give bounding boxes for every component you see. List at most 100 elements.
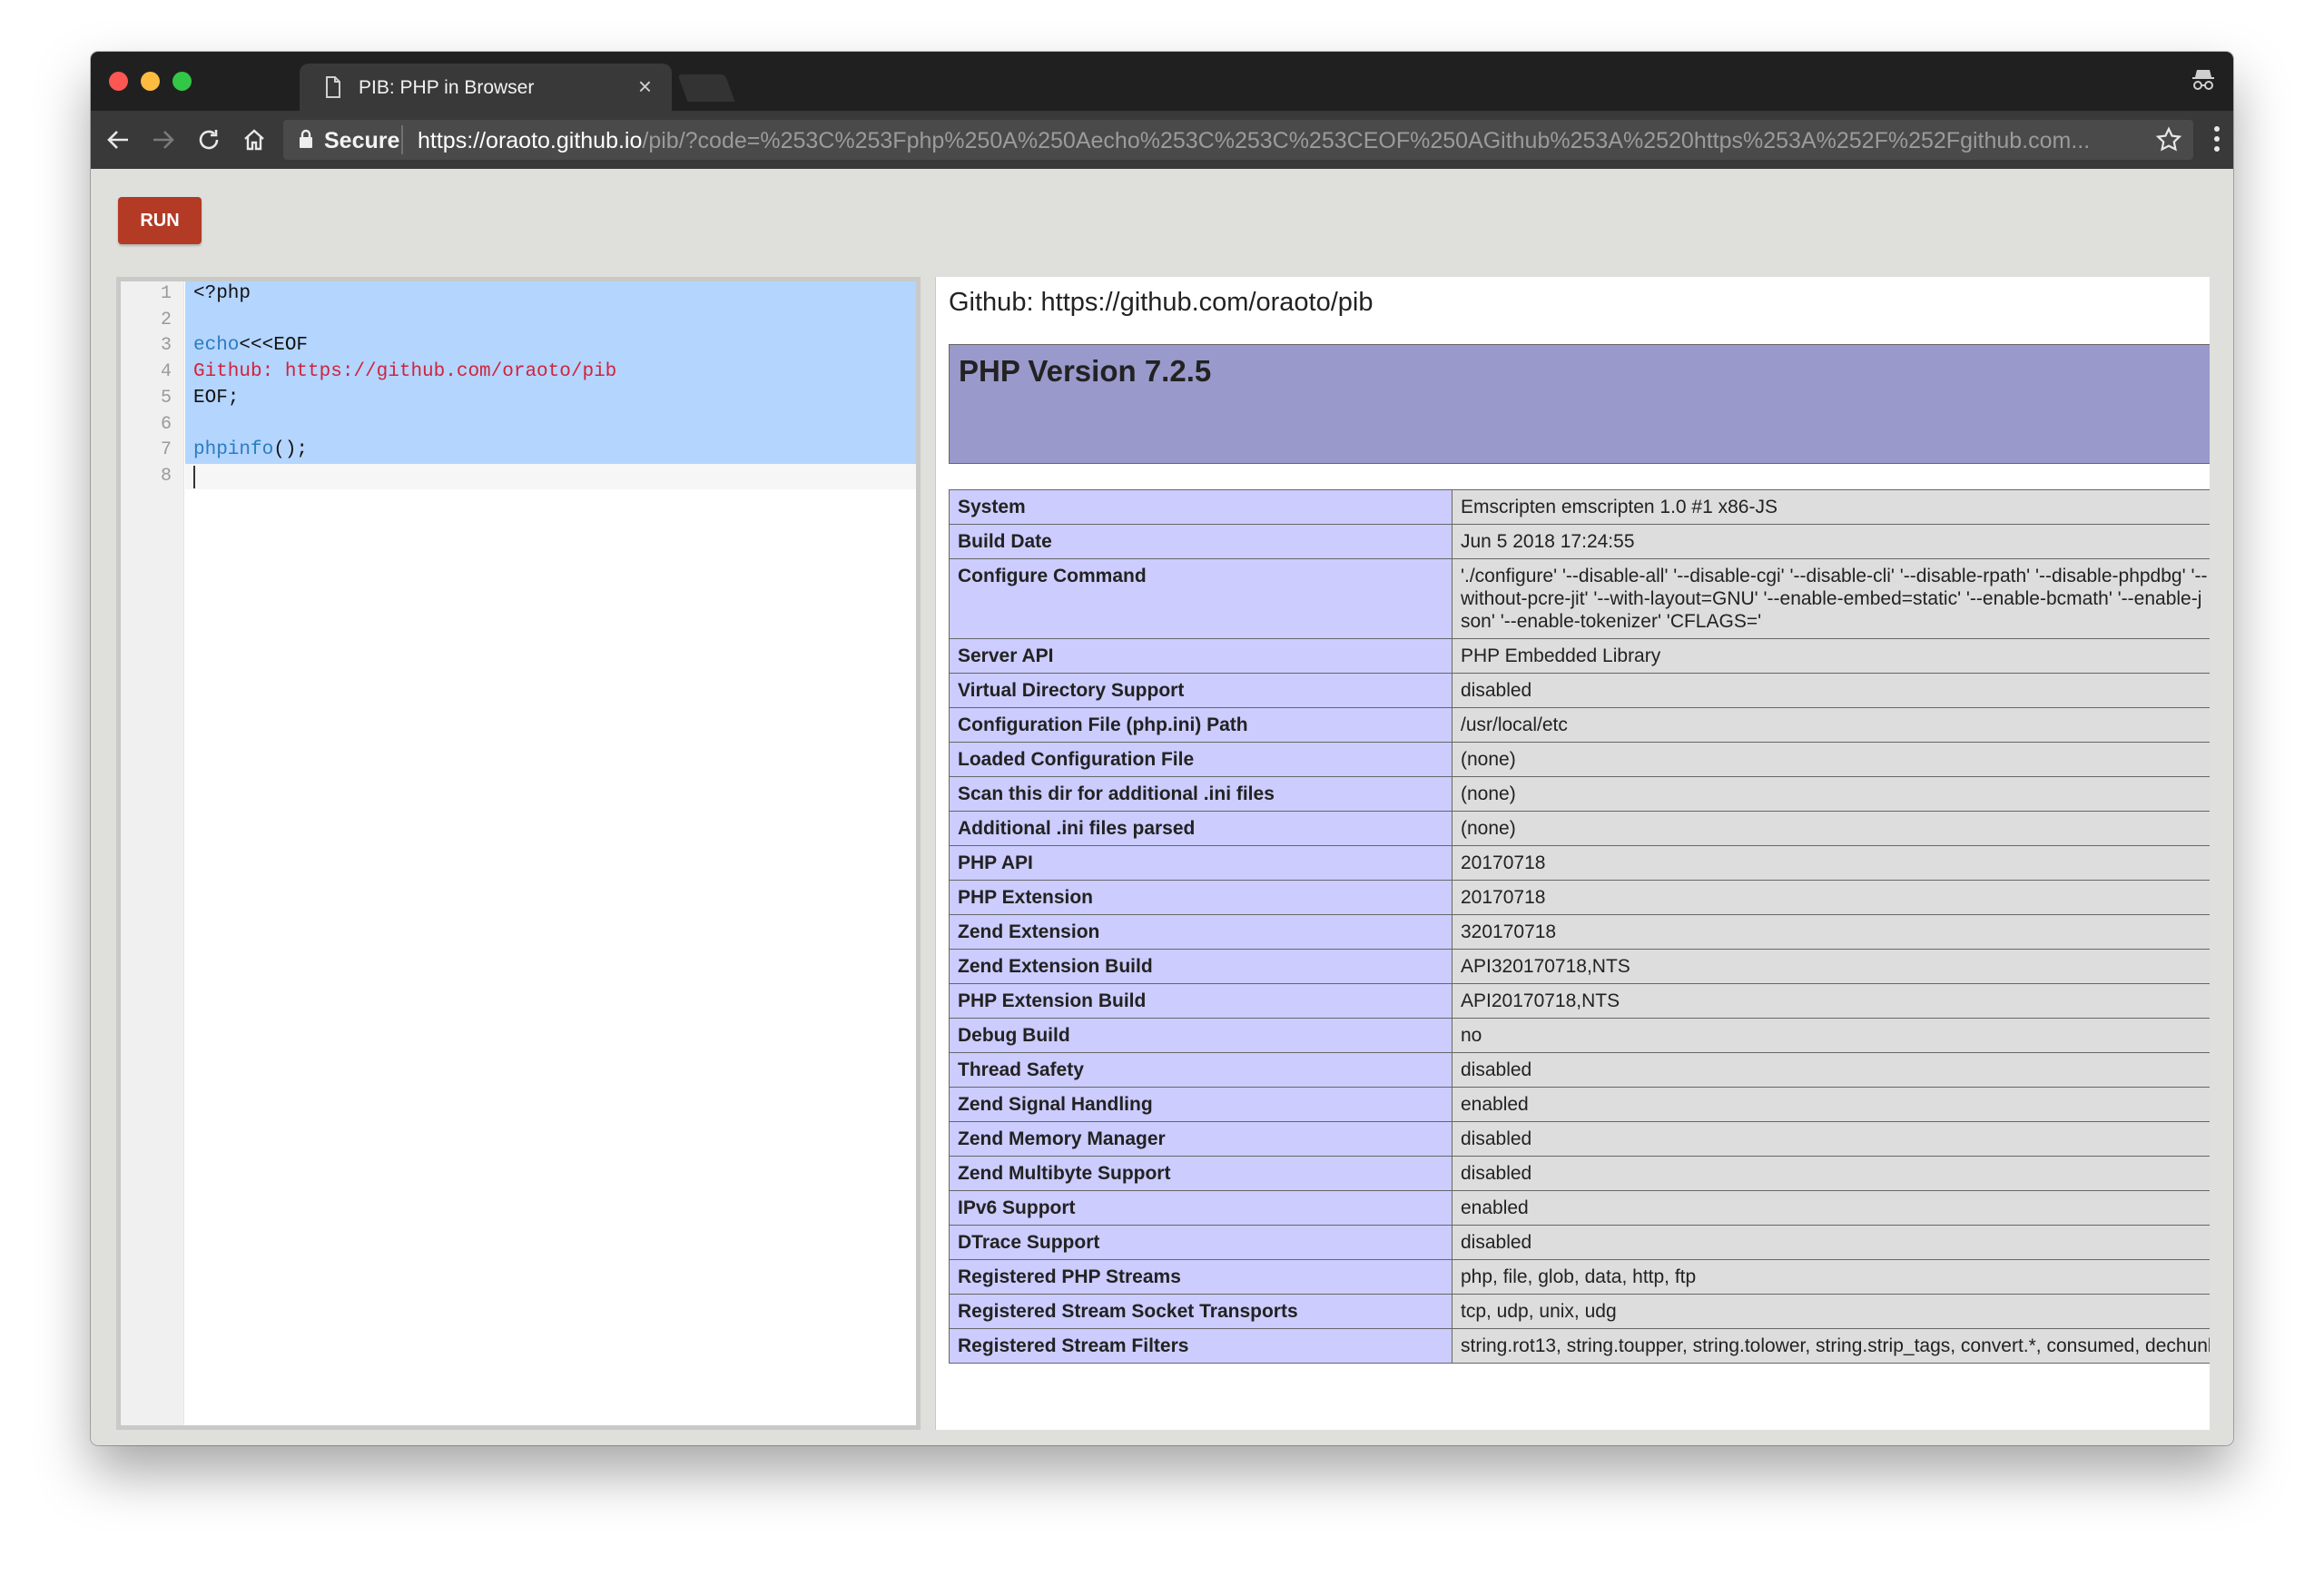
row-key: Debug Build: [949, 1018, 1452, 1053]
table-row: Loaded Configuration File (none): [949, 742, 2210, 777]
table-row: Zend Memory Manager disabled: [949, 1121, 2210, 1157]
table-row: PHP API 20170718: [949, 845, 2210, 881]
row-key: Build Date: [949, 524, 1452, 559]
row-value: (none): [1452, 742, 2210, 777]
code-line: 7 phpinfo();: [121, 438, 916, 463]
row-value: './configure' '--disable-all' '--disable…: [1452, 558, 2210, 639]
tab-pib[interactable]: PIB: PHP in Browser ×: [300, 64, 672, 111]
table-row: DTrace Support disabled: [949, 1225, 2210, 1260]
kebab-menu-icon[interactable]: [2213, 125, 2221, 157]
row-key: Zend Multibyte Support: [949, 1156, 1452, 1191]
table-row: System Emscripten emscripten 1.0 #1 x86-J…: [949, 489, 2210, 525]
browser-window: PIB: PHP in Browser × Secure https://ora…: [91, 52, 2233, 1445]
line-number: 8: [160, 465, 172, 487]
lock-icon: [298, 129, 314, 155]
row-key: PHP Extension Build: [949, 983, 1452, 1019]
row-key: Zend Extension Build: [949, 949, 1452, 984]
row-key: Zend Memory Manager: [949, 1121, 1452, 1157]
row-value: PHP Embedded Library: [1452, 638, 2210, 674]
code-string: Github: https://github.com/oraoto/pib: [193, 361, 617, 383]
row-key: Configure Command: [949, 558, 1452, 639]
line-number: 7: [160, 439, 172, 461]
table-row: Debug Build no: [949, 1018, 2210, 1053]
code-line: 1 <?php: [121, 281, 916, 307]
close-icon[interactable]: ×: [638, 73, 652, 101]
code-text: phpinfo();: [193, 439, 308, 460]
back-arrow-icon[interactable]: [102, 123, 134, 156]
secure-label: Secure: [324, 128, 400, 153]
document-icon: [325, 76, 341, 103]
row-value: disabled: [1452, 1225, 2210, 1260]
tab-strip: PIB: PHP in Browser ×: [91, 52, 2233, 111]
code-text: EOF;: [193, 388, 239, 409]
row-value: string.rot13, string.toupper, string.tol…: [1452, 1328, 2210, 1364]
row-key: Registered Stream Filters: [949, 1328, 1452, 1364]
row-value: API20170718,NTS: [1452, 983, 2210, 1019]
row-value: disabled: [1452, 673, 2210, 708]
echo-output: Github: https://github.com/oraoto/pib: [949, 288, 1374, 317]
table-row: Server API PHP Embedded Library: [949, 638, 2210, 674]
home-icon[interactable]: [238, 123, 271, 156]
table-row: Thread Safety disabled: [949, 1052, 2210, 1088]
reload-icon[interactable]: [192, 123, 225, 156]
row-key: Registered Stream Socket Transports: [949, 1294, 1452, 1329]
table-row: Zend Extension 320170718: [949, 914, 2210, 950]
row-key: System: [949, 489, 1452, 525]
new-tab-button[interactable]: [677, 74, 735, 102]
url-text[interactable]: https://oraoto.github.io/pib/?code=%253C…: [418, 128, 2124, 154]
line-number: 1: [160, 283, 172, 304]
phpinfo-table: System Emscripten emscripten 1.0 #1 x86-J…: [949, 489, 2210, 1364]
code-line: 5 EOF;: [121, 386, 916, 411]
line-number: 6: [160, 413, 172, 435]
code-editor[interactable]: 1 <?php 2 3 echo<<<EOF 4 Github: https://githu…: [116, 277, 921, 1430]
row-value: 20170718: [1452, 845, 2210, 881]
code-line: 4 Github: https://github.com/oraoto/pib: [121, 360, 916, 385]
row-value: enabled: [1452, 1087, 2210, 1122]
row-value: Emscripten emscripten 1.0 #1 x86-JS: [1452, 489, 2210, 525]
table-row: PHP Extension Build API20170718,NTS: [949, 983, 2210, 1019]
browser-toolbar: Secure https://oraoto.github.io/pib/?cod…: [91, 111, 2233, 169]
table-row: Build Date Jun 5 2018 17:24:55: [949, 524, 2210, 559]
close-window-button[interactable]: [109, 72, 128, 91]
code-plain: <?php: [193, 283, 251, 304]
line-number: 5: [160, 387, 172, 409]
row-value: disabled: [1452, 1156, 2210, 1191]
address-bar[interactable]: Secure https://oraoto.github.io/pib/?cod…: [283, 120, 2193, 160]
code-plain: ();: [273, 439, 309, 461]
run-button[interactable]: RUN: [118, 197, 202, 244]
code-text: Github: https://github.com/oraoto/pib: [193, 361, 616, 382]
row-value: no: [1452, 1018, 2210, 1053]
url-path: /pib/?code=%253C%253Fphp%250A%250Aecho%2…: [642, 128, 2091, 153]
row-value: (none): [1452, 811, 2210, 846]
page-content: RUN 1 <?php 2 3 echo<<<EOF 4 Github: https://g…: [91, 169, 2233, 1445]
minimize-window-button[interactable]: [141, 72, 160, 91]
row-key: PHP Extension: [949, 880, 1452, 915]
tab-title: PIB: PHP in Browser: [359, 77, 535, 98]
code-keyword: echo: [193, 335, 240, 357]
row-value: php, file, glob, data, http, ftp: [1452, 1259, 2210, 1295]
code-text: <?php: [193, 283, 251, 304]
row-value: /usr/local/etc: [1452, 707, 2210, 743]
table-row: Scan this dir for additional .ini files(…: [949, 776, 2210, 812]
star-icon[interactable]: [2155, 126, 2182, 160]
code-line: 8: [121, 464, 916, 489]
row-key: Thread Safety: [949, 1052, 1452, 1088]
code-line: 2: [121, 308, 916, 333]
forward-arrow-icon[interactable]: [147, 123, 180, 156]
row-key: Zend Signal Handling: [949, 1087, 1452, 1122]
row-key: Loaded Configuration File: [949, 742, 1452, 777]
row-value: Jun 5 2018 17:24:55: [1452, 524, 2210, 559]
php-version-header: PHP Version 7.2.5: [949, 344, 2210, 464]
code-line: 3 echo<<<EOF: [121, 333, 916, 359]
incognito-icon: [2190, 66, 2217, 98]
url-separator: [401, 125, 403, 154]
php-version-title: PHP Version 7.2.5: [959, 354, 1212, 388]
row-value: 20170718: [1452, 880, 2210, 915]
line-number: 2: [160, 309, 172, 330]
row-value: disabled: [1452, 1052, 2210, 1088]
row-key: Additional .ini files parsed: [949, 811, 1452, 846]
table-row: Zend Signal Handling enabled: [949, 1087, 2210, 1122]
table-row: Zend Extension Build API320170718,NTS: [949, 949, 2210, 984]
maximize-window-button[interactable]: [172, 72, 192, 91]
code-plain: <<<EOF: [239, 335, 309, 357]
